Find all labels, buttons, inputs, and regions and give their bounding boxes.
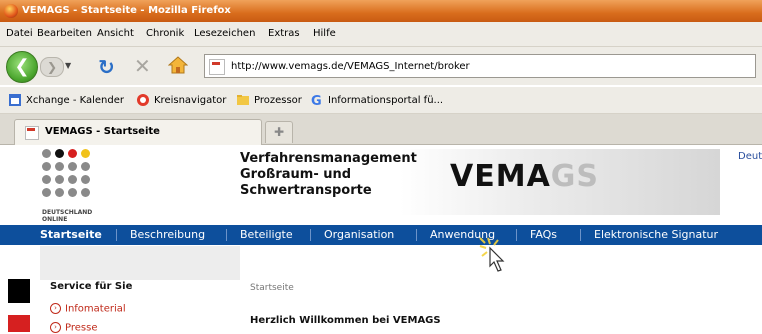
mouse-pointer-icon	[479, 237, 505, 272]
breadcrumb: Startseite	[250, 283, 294, 293]
forward-arrow-icon: ❯	[46, 60, 58, 74]
bookmark-label: Kreisnavigator	[154, 95, 227, 106]
nav-organisation[interactable]: Organisation	[324, 228, 394, 241]
menu-lesezeichen[interactable]: Lesezeichen	[194, 28, 255, 39]
sidebar-heading: Service für Sie	[50, 281, 133, 292]
bookmark-label: Xchange - Kalender	[26, 95, 125, 106]
history-dropdown-icon[interactable]: ▼	[65, 61, 71, 70]
bookmark-label: Informationsportal fü...	[328, 95, 444, 106]
back-button[interactable]: ❮	[6, 51, 38, 83]
menu-hilfe[interactable]: Hilfe	[313, 28, 336, 39]
site-title: Verfahrensmanagement Großraum- und Schwe…	[240, 151, 417, 198]
tab-favicon-icon	[25, 126, 39, 140]
forward-button[interactable]: ❯	[40, 57, 64, 77]
menu-chronik[interactable]: Chronik	[146, 28, 184, 39]
tab-label: VEMAGS - Startseite	[45, 126, 160, 137]
folder-icon	[237, 95, 249, 105]
menu-datei[interactable]: Datei	[6, 28, 33, 39]
reload-icon[interactable]: ↻	[98, 55, 115, 79]
navigation-toolbar: ❮ ❯ ▼ ↻ ✕	[0, 47, 762, 85]
arrow-circle-icon: ›	[50, 303, 61, 314]
home-icon[interactable]	[168, 55, 188, 75]
sidebar-black-square	[8, 279, 30, 303]
arrow-circle-icon: ›	[50, 322, 61, 333]
deutschland-online-logo	[42, 149, 102, 209]
sidebar-item-infomaterial[interactable]: › Infomaterial	[50, 303, 126, 315]
url-input[interactable]	[231, 58, 751, 74]
menu-ansicht[interactable]: Ansicht	[97, 28, 134, 39]
new-tab-button[interactable]: ✚	[265, 121, 293, 143]
nav-faqs[interactable]: FAQs	[530, 228, 557, 241]
web-page: DEUTSCHLAND ONLINE Verfahrensmanagement …	[0, 145, 762, 334]
plus-icon: ✚	[273, 125, 285, 139]
nav-beteiligte[interactable]: Beteiligte	[240, 228, 293, 241]
window-title: VEMAGS - Startseite - Mozilla Firefox	[22, 5, 231, 16]
sidebar-red-square	[8, 315, 30, 332]
bookmark-xchange-kalender[interactable]: Xchange - Kalender	[8, 93, 124, 109]
welcome-heading: Herzlich Willkommen bei VEMAGS	[250, 315, 441, 326]
address-bar[interactable]	[204, 54, 756, 78]
bookmarks-toolbar: Xchange - Kalender Kreisnavigator Prozes…	[0, 87, 762, 114]
google-icon: G	[311, 94, 322, 107]
nav-startseite[interactable]: Startseite	[40, 228, 102, 241]
back-arrow-icon: ❮	[14, 56, 30, 77]
tab-vemags-startseite[interactable]: VEMAGS - Startseite	[14, 119, 262, 145]
firefox-icon	[4, 4, 18, 18]
window-titlebar: VEMAGS - Startseite - Mozilla Firefox	[0, 0, 762, 22]
calendar-icon	[9, 94, 21, 106]
bookmark-informationsportal[interactable]: G Informationsportal fü...	[310, 93, 443, 109]
main-navigation: Startseite Beschreibung Beteiligte Organ…	[0, 225, 762, 245]
vemags-logo: VEMAGS	[450, 159, 600, 194]
svg-text:G: G	[311, 94, 322, 107]
lifebuoy-icon	[137, 94, 149, 106]
bookmark-kreisnavigator[interactable]: Kreisnavigator	[136, 93, 226, 109]
menu-bearbeiten[interactable]: Bearbeiten	[37, 28, 92, 39]
nav-beschreibung[interactable]: Beschreibung	[130, 228, 205, 241]
menu-bar: Datei Bearbeiten Ansicht Chronik Lesezei…	[0, 22, 762, 47]
brand-text: DEUTSCHLAND ONLINE	[42, 209, 93, 223]
site-favicon-icon	[209, 59, 225, 75]
nav-elektronische-signatur[interactable]: Elektronische Signatur	[594, 228, 718, 241]
bookmark-prozessor[interactable]: Prozessor	[236, 93, 302, 109]
bookmark-label: Prozessor	[254, 95, 302, 106]
sidebar-header-block	[40, 246, 240, 280]
stop-icon[interactable]: ✕	[134, 54, 151, 78]
menu-extras[interactable]: Extras	[268, 28, 300, 39]
tab-strip: VEMAGS - Startseite ✚	[0, 114, 762, 145]
language-link[interactable]: Deut	[738, 151, 762, 162]
